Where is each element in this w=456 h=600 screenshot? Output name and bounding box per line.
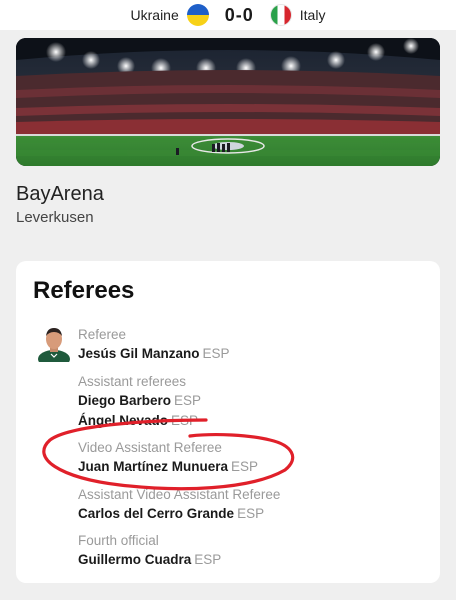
nationality-code: ESP: [231, 459, 259, 474]
referee-avatar[interactable]: [37, 324, 71, 368]
nationality-code: ESP: [194, 552, 222, 567]
official-name: Jesús Gil Manzano: [78, 346, 200, 361]
nationality-code: ESP: [171, 413, 199, 428]
assistant-referee-2-name[interactable]: Ángel Nevado ESP: [78, 413, 198, 428]
avar-name[interactable]: Carlos del Cerro Grande ESP: [78, 506, 264, 521]
role-referee: Referee: [78, 327, 127, 342]
home-team-name: Ukraine: [130, 7, 179, 23]
fourth-official-name[interactable]: Guillermo Cuadra ESP: [78, 552, 221, 567]
official-name: Guillermo Cuadra: [78, 552, 192, 567]
venue-city: Leverkusen: [16, 209, 94, 226]
nationality-code: ESP: [174, 393, 202, 408]
venue-name: BayArena: [16, 183, 104, 205]
match-score: 0-0: [224, 4, 254, 25]
match-header: Ukraine 0-0 Italy: [0, 0, 456, 30]
role-fourth-official: Fourth official: [78, 533, 159, 548]
referees-card: Referees Referee Jesús Gil Manzano ESP As…: [16, 261, 440, 583]
nationality-code: ESP: [237, 506, 265, 521]
referees-title: Referees: [33, 277, 135, 304]
official-name: Ángel Nevado: [78, 413, 169, 428]
assistant-referee-1-name[interactable]: Diego Barbero ESP: [78, 393, 201, 408]
official-name: Juan Martínez Munuera: [78, 459, 229, 474]
official-name: Carlos del Cerro Grande: [78, 506, 235, 521]
official-name: Diego Barbero: [78, 393, 172, 408]
nationality-code: ESP: [202, 346, 230, 361]
home-team[interactable]: Ukraine: [131, 4, 209, 26]
away-team-name: Italy: [299, 7, 326, 23]
var-name[interactable]: Juan Martínez Munuera ESP: [78, 459, 258, 474]
ukraine-flag-icon: [186, 4, 209, 26]
away-team[interactable]: Italy: [269, 4, 326, 26]
role-assistant-referees: Assistant referees: [78, 374, 187, 389]
referee-name[interactable]: Jesús Gil Manzano ESP: [78, 346, 230, 361]
italy-flag-icon: [269, 4, 292, 26]
role-assistant-video-assistant-referee: Assistant Video Assistant Referee: [78, 487, 281, 502]
stadium-image: [16, 38, 440, 166]
role-video-assistant-referee: Video Assistant Referee: [78, 440, 222, 455]
